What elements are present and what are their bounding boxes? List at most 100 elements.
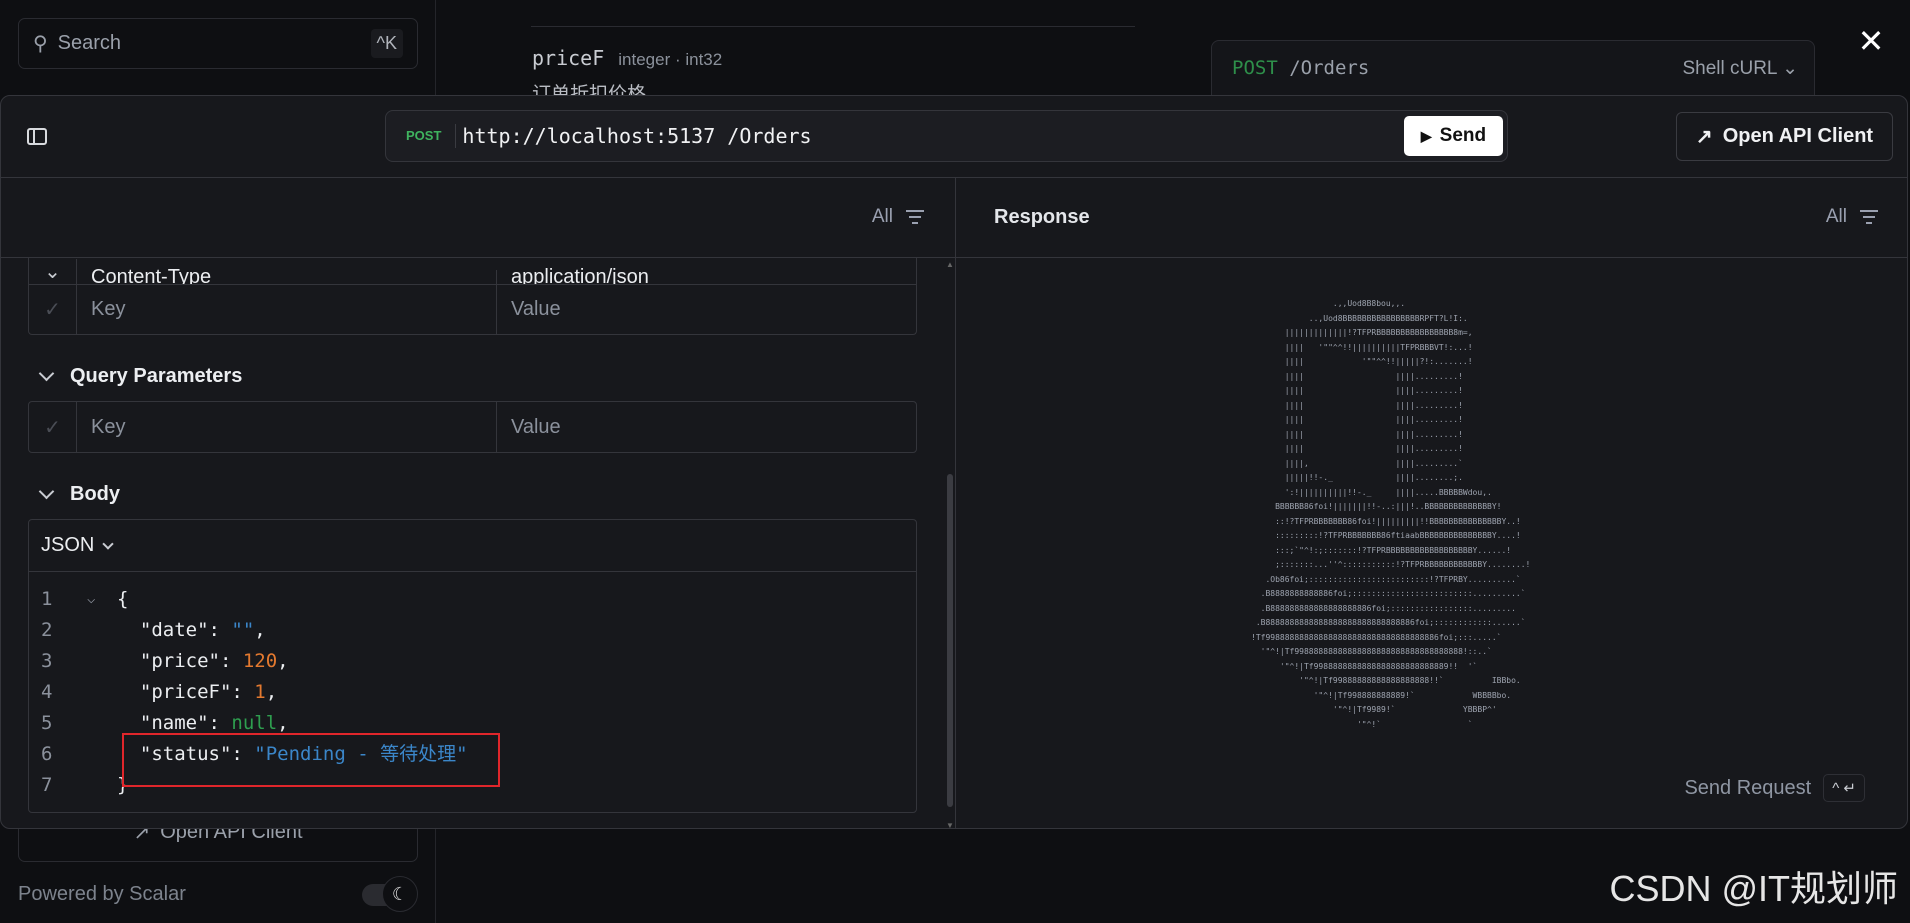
response-filter[interactable]: All bbox=[1826, 206, 1879, 228]
filter-icon bbox=[1859, 210, 1879, 224]
chevron-down-icon bbox=[38, 483, 55, 499]
scrollbar-thumb[interactable] bbox=[947, 474, 953, 807]
search-input[interactable]: ⚲ Search ^K bbox=[18, 18, 418, 69]
filter-label: All bbox=[871, 206, 893, 227]
divider bbox=[531, 26, 1135, 27]
body-format-select[interactable]: JSON bbox=[29, 520, 916, 572]
language-label: Shell cURL bbox=[1682, 58, 1777, 79]
code-path: /Orders bbox=[1289, 57, 1370, 79]
request-filter[interactable]: All bbox=[872, 206, 925, 228]
code-line: 1 ⌵{ bbox=[29, 584, 468, 615]
code-token: : bbox=[231, 681, 255, 703]
header-value[interactable]: application/json bbox=[497, 267, 916, 284]
code-token: { bbox=[117, 588, 129, 610]
check-icon[interactable]: ✓ bbox=[29, 402, 77, 452]
line-number: 6 bbox=[41, 743, 53, 765]
field-name: priceF bbox=[532, 46, 605, 70]
line-number: 1 bbox=[41, 588, 53, 610]
moon-icon: ☾ bbox=[382, 876, 418, 912]
table-row: ✓ Key Value bbox=[29, 284, 916, 334]
highlight-box bbox=[122, 733, 500, 787]
code-token: "price" bbox=[117, 650, 220, 672]
checkbox[interactable]: ⌄ bbox=[29, 259, 77, 284]
format-label: JSON bbox=[41, 534, 95, 556]
code-endpoint: POST /Orders bbox=[1232, 57, 1369, 79]
sidebar-toggle-icon[interactable] bbox=[27, 128, 47, 145]
headers-table: ⌄ Content-Type application/json ✓ Key Va… bbox=[28, 258, 917, 335]
url-input[interactable]: http://localhost:5137 /Orders bbox=[456, 124, 811, 148]
code-line: 4 "priceF": 1, bbox=[29, 677, 468, 708]
code-token: 1 bbox=[254, 681, 266, 703]
code-token: "priceF" bbox=[117, 681, 232, 703]
search-icon: ⚲ bbox=[33, 33, 48, 55]
request-pane: All ⌄ Content-Type application/json ✓ Ke… bbox=[1, 178, 956, 828]
code-token: 120 bbox=[242, 650, 278, 672]
code-token: : bbox=[219, 650, 243, 672]
send-shortcut: ^ ↵ bbox=[1823, 774, 1865, 802]
send-request-label: Send Request bbox=[1684, 776, 1812, 799]
field-pricef: priceF integer · int32 bbox=[532, 46, 722, 70]
scrollbar[interactable]: ▲ ▼ bbox=[945, 258, 955, 828]
language-select[interactable]: Shell cURL ⌄ bbox=[1682, 57, 1798, 80]
query-table: ✓ Key Value bbox=[28, 401, 917, 453]
send-button[interactable]: ▶ Send bbox=[1404, 116, 1503, 156]
line-number: 7 bbox=[41, 774, 53, 796]
line-number: 5 bbox=[41, 712, 53, 734]
play-icon: ▶ bbox=[1420, 127, 1432, 144]
code-token: , bbox=[254, 619, 266, 641]
header-key[interactable]: Content-Type bbox=[77, 267, 497, 284]
close-icon[interactable]: ✕ bbox=[1856, 25, 1886, 57]
theme-toggle[interactable]: ☾ bbox=[362, 876, 418, 912]
code-token: , bbox=[265, 681, 278, 703]
fold-gutter bbox=[87, 646, 117, 677]
chevron-down-icon bbox=[102, 537, 115, 550]
fold-gutter bbox=[87, 770, 117, 801]
fold-gutter bbox=[87, 708, 117, 739]
response-pane-header: Response All bbox=[956, 178, 1907, 258]
code-method: POST bbox=[1232, 57, 1278, 79]
open-client-label: Open API Client bbox=[1722, 125, 1874, 147]
line-number: 2 bbox=[41, 619, 53, 641]
table-row: ⌄ Content-Type application/json bbox=[29, 258, 916, 284]
code-line: 3 "price": 120, bbox=[29, 646, 468, 677]
send-request-hint[interactable]: Send Request ^ ↵ bbox=[1684, 774, 1865, 802]
watermark: CSDN @IT规划师 bbox=[1609, 868, 1898, 909]
query-key-input[interactable]: Key bbox=[77, 402, 497, 452]
filter-label: All bbox=[1825, 206, 1847, 227]
code-token: "date" bbox=[117, 619, 209, 641]
url-bar[interactable]: POST http://localhost:5137 /Orders ▶ Sen… bbox=[385, 110, 1508, 162]
filter-icon bbox=[905, 210, 925, 224]
body-section[interactable]: Body bbox=[38, 482, 120, 506]
code-token: , bbox=[277, 650, 289, 672]
request-pane-header: All bbox=[1, 178, 955, 258]
arrow-up-right-icon: ↗ bbox=[1695, 126, 1713, 148]
section-title: Query Parameters bbox=[70, 364, 243, 387]
scalar-ascii-logo: .,,Uod8B8bou,,. ..,Uod8BBBBBBBBBBBBBBBBR… bbox=[1251, 299, 1531, 729]
fold-gutter bbox=[87, 615, 117, 646]
fold-gutter bbox=[87, 739, 117, 770]
send-label: Send bbox=[1439, 125, 1487, 146]
code-token: "" bbox=[231, 619, 255, 641]
scroll-up-icon[interactable]: ▲ bbox=[946, 260, 954, 269]
section-title: Body bbox=[70, 482, 120, 505]
code-token: : bbox=[208, 619, 232, 641]
scroll-down-icon[interactable]: ▼ bbox=[946, 821, 954, 828]
modal-header: POST http://localhost:5137 /Orders ▶ Sen… bbox=[1, 96, 1907, 178]
powered-by-link[interactable]: Powered by Scalar bbox=[18, 882, 186, 906]
chevron-down-icon bbox=[38, 365, 55, 381]
check-icon[interactable]: ✓ bbox=[29, 285, 77, 334]
search-shortcut: ^K bbox=[370, 29, 403, 58]
query-parameters-section[interactable]: Query Parameters bbox=[38, 364, 243, 388]
code-line: 2 "date": "", bbox=[29, 615, 468, 646]
fold-chevron-icon[interactable]: ⌵ bbox=[87, 584, 117, 615]
fold-gutter bbox=[87, 677, 117, 708]
query-value-input[interactable]: Value bbox=[497, 402, 916, 452]
line-number: 4 bbox=[41, 681, 53, 703]
header-value-input[interactable]: Value bbox=[497, 285, 916, 334]
chevron-down-icon: ⌄ bbox=[1782, 58, 1798, 79]
search-placeholder: Search bbox=[57, 32, 122, 54]
open-api-client-button[interactable]: ↗ Open API Client bbox=[1676, 112, 1893, 161]
table-row: ✓ Key Value bbox=[29, 402, 916, 452]
method-select[interactable]: POST bbox=[386, 124, 457, 148]
header-key-input[interactable]: Key bbox=[77, 285, 497, 334]
